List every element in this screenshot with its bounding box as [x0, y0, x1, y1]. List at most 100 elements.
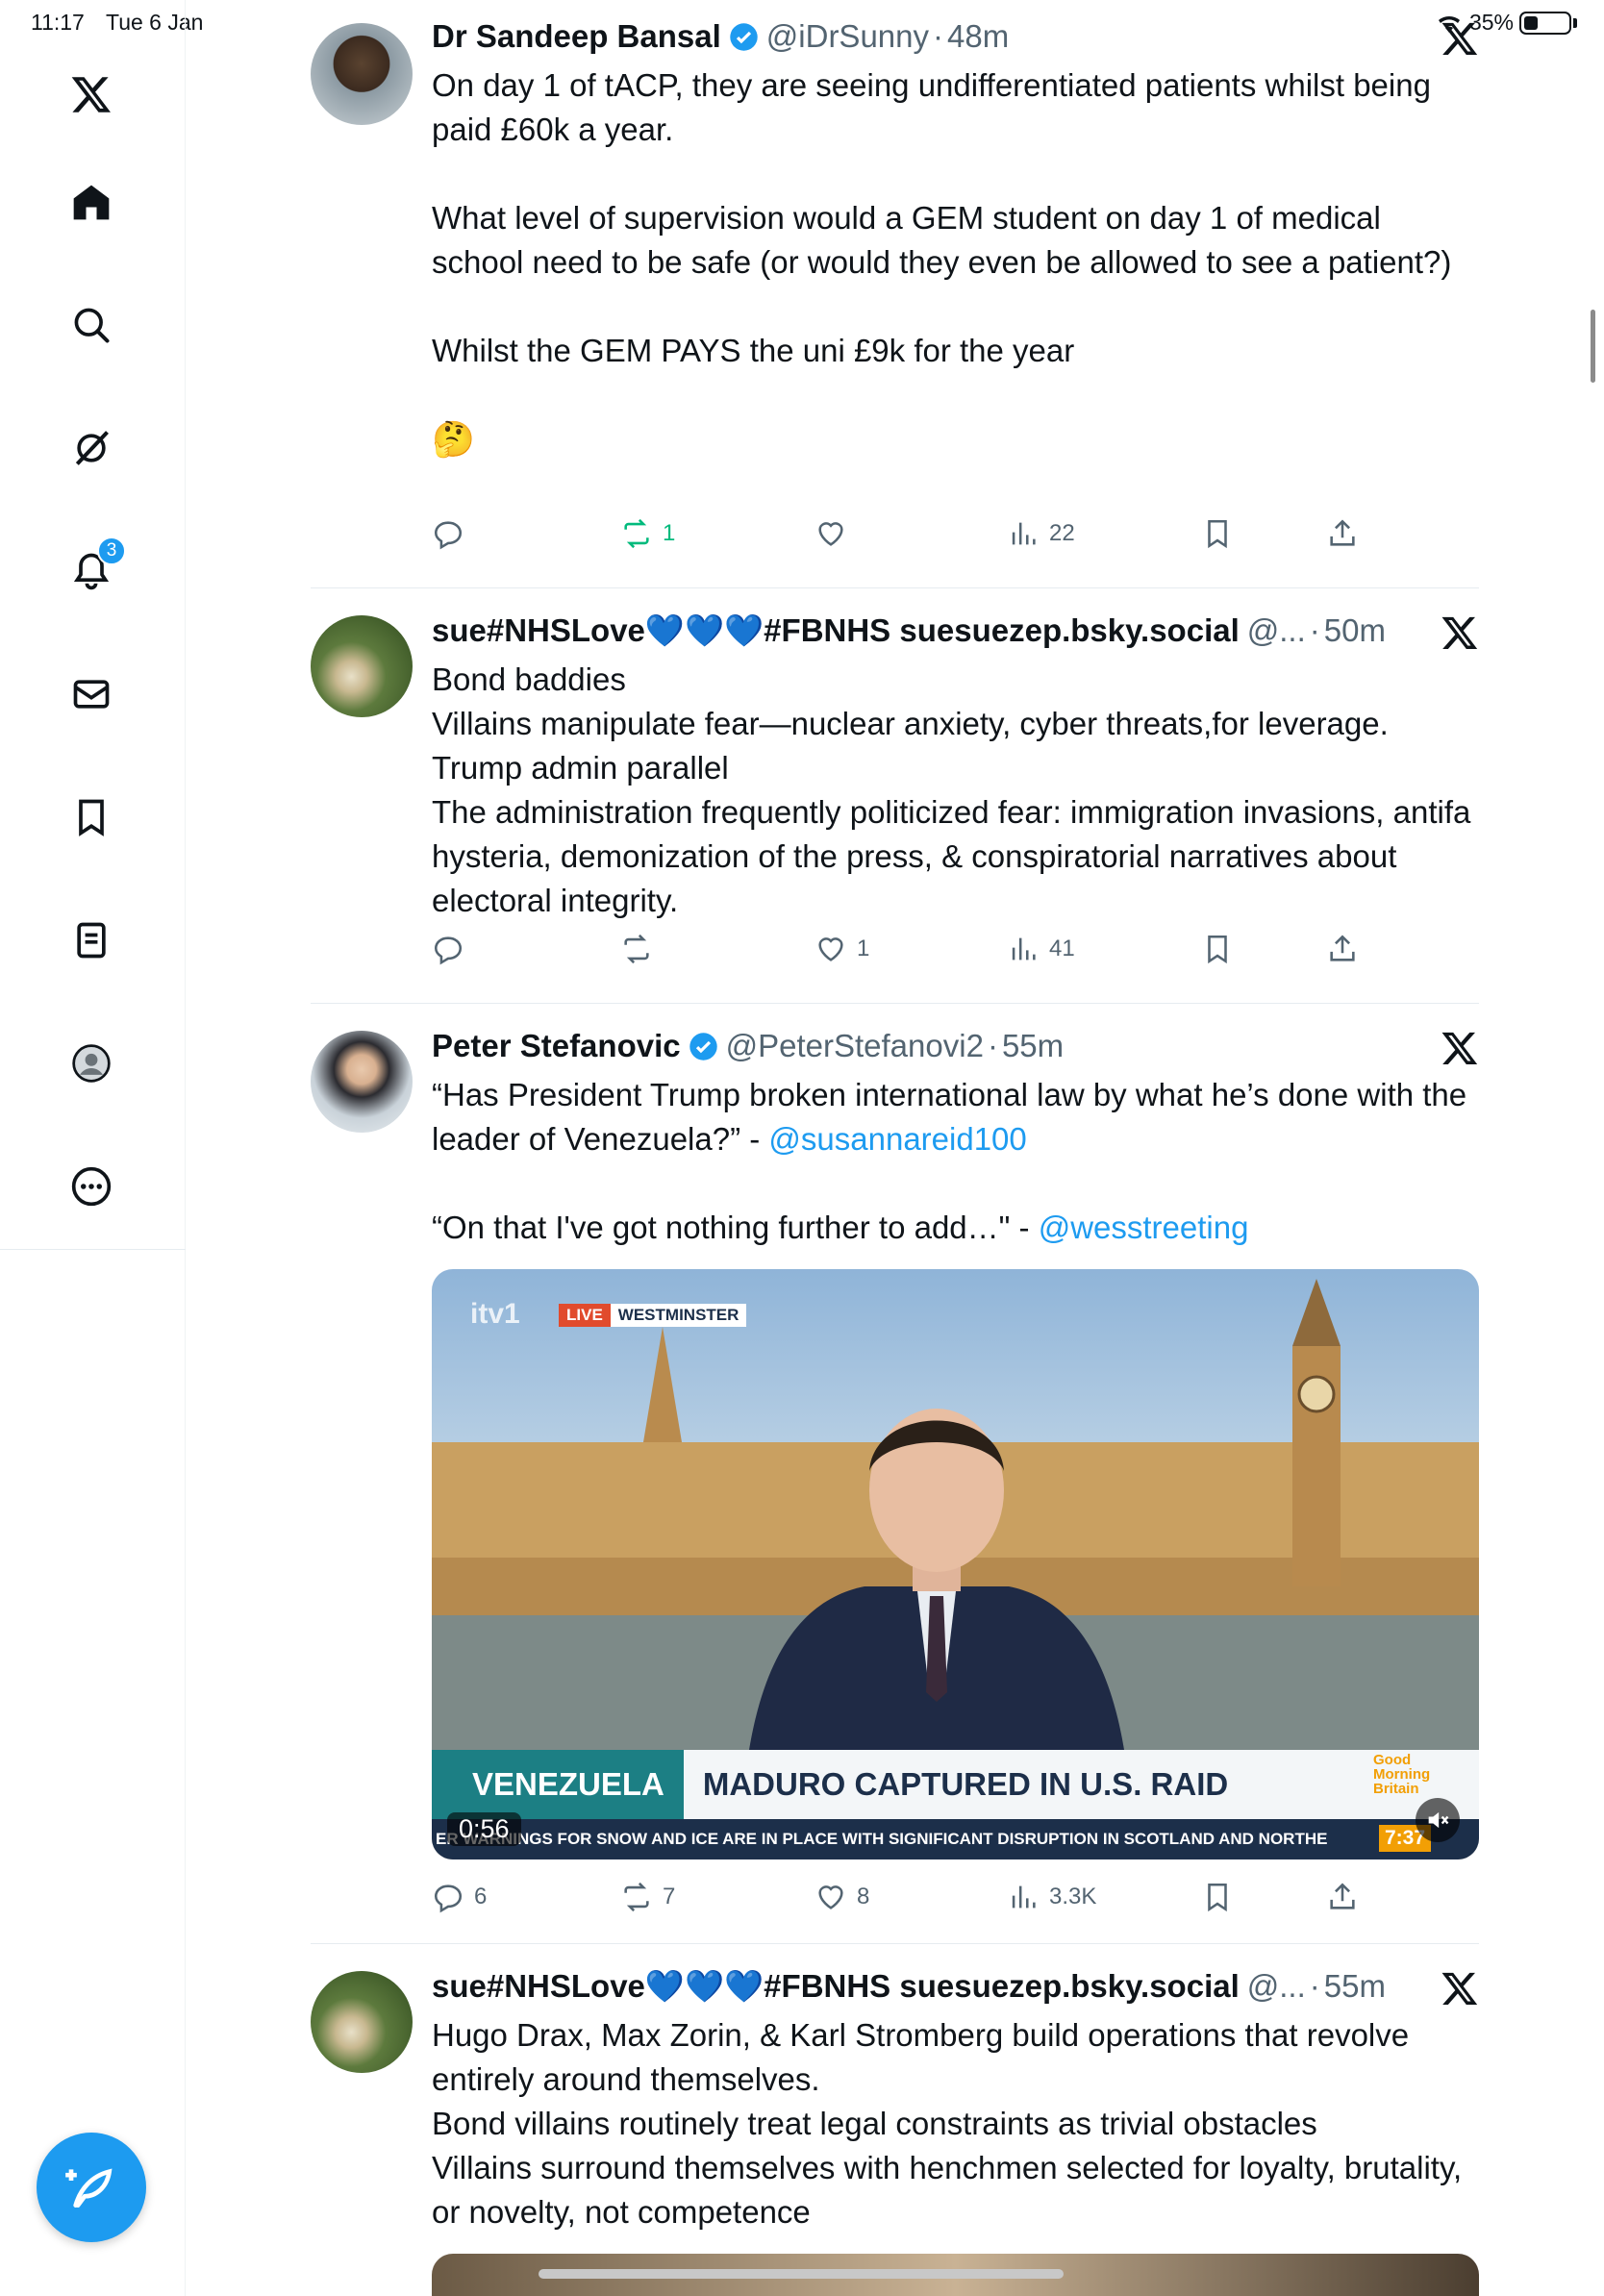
- tweet-time[interactable]: 50m: [1324, 612, 1386, 649]
- separator-dot: ·: [1309, 612, 1320, 648]
- like-button[interactable]: [815, 517, 857, 550]
- avatar[interactable]: [311, 23, 413, 125]
- view-count: 41: [1049, 936, 1075, 961]
- compose-button[interactable]: [37, 2133, 146, 2242]
- mention-link[interactable]: @wesstreeting: [1039, 1210, 1249, 1245]
- like-button[interactable]: 8: [815, 1881, 869, 1913]
- like-button[interactable]: 1: [815, 933, 869, 965]
- tweet-text: Hugo Drax, Max Zorin, & Karl Stromberg b…: [432, 2013, 1479, 2234]
- share-icon: [1330, 519, 1355, 546]
- heart-icon: [818, 522, 843, 546]
- location-label: WESTMINSTER: [610, 1304, 747, 1327]
- live-label: LIVE: [559, 1304, 611, 1327]
- bookmark-icon[interactable]: [64, 790, 118, 844]
- repost-count: 7: [663, 1884, 676, 1909]
- author-name[interactable]: Dr Sandeep Bansal: [432, 18, 721, 55]
- bookmark-icon: [1208, 935, 1227, 964]
- scrollbar[interactable]: [1591, 310, 1595, 383]
- views-icon: [1012, 937, 1036, 961]
- live-chip: LIVE WESTMINSTER: [559, 1304, 747, 1327]
- avatar[interactable]: [311, 615, 413, 717]
- tweet[interactable]: sue#NHSLove💙💙💙#FBNHS suesuezep.bsky.soci…: [311, 588, 1479, 1004]
- x-logo-icon: [1441, 1032, 1478, 1064]
- tweet[interactable]: Peter Stefanovic @PeterStefanovi2 · 55m …: [311, 1004, 1479, 1944]
- views-button[interactable]: 41: [1007, 933, 1075, 965]
- reply-button[interactable]: 6: [432, 1881, 487, 1913]
- bell-icon[interactable]: 3: [64, 537, 126, 598]
- x-logo-icon: [1441, 22, 1478, 55]
- view-count: 22: [1049, 520, 1075, 546]
- tweet[interactable]: sue#NHSLove💙💙💙#FBNHS suesuezep.bsky.soci…: [311, 1944, 1479, 2296]
- separator-dot: ·: [933, 18, 944, 54]
- author-name[interactable]: Peter Stefanovic: [432, 1028, 681, 1064]
- more-icon[interactable]: [64, 1160, 118, 1213]
- author-handle[interactable]: @...: [1247, 1968, 1306, 2005]
- mute-button[interactable]: [1416, 1798, 1460, 1842]
- profile-icon[interactable]: [64, 1036, 118, 1090]
- bookmark-button[interactable]: [1201, 1881, 1234, 1913]
- notification-badge: 3: [97, 537, 126, 565]
- tweet-text: “Has President Trump broken internationa…: [432, 1073, 1479, 1250]
- separator-dot: ·: [1309, 1968, 1320, 2004]
- views-button[interactable]: 22: [1007, 517, 1075, 550]
- tweet-time[interactable]: 55m: [1324, 1968, 1386, 2005]
- home-indicator[interactable]: [539, 2269, 1064, 2279]
- bookmark-button[interactable]: [1201, 517, 1234, 550]
- verified-icon: [689, 1032, 717, 1061]
- muted-speaker-icon: [1428, 1811, 1449, 1829]
- tweet-time[interactable]: 55m: [1002, 1028, 1064, 1064]
- views-button[interactable]: 3.3K: [1007, 1881, 1096, 1913]
- author-handle[interactable]: @iDrSunny: [766, 18, 929, 55]
- home-icon[interactable]: [64, 175, 118, 229]
- share-button[interactable]: [1326, 1881, 1359, 1913]
- tweet-actions: 6 7 8 3.3K: [432, 1881, 1374, 1927]
- like-count: 1: [857, 936, 870, 961]
- tweet[interactable]: Dr Sandeep Bansal @iDrSunny · 48m On day…: [311, 0, 1479, 588]
- views-icon: [1012, 522, 1036, 545]
- bookmark-icon: [1208, 519, 1227, 549]
- mention-link[interactable]: @susannareid100: [768, 1121, 1026, 1157]
- avatar[interactable]: [311, 1031, 413, 1133]
- news-ticker: ER WARNINGS FOR SNOW AND ICE ARE IN PLAC…: [432, 1819, 1479, 1859]
- repost-button[interactable]: [620, 933, 663, 965]
- sidebar: 3: [0, 0, 186, 2296]
- share-icon: [1330, 935, 1355, 961]
- author-name[interactable]: sue#NHSLove💙💙💙#FBNHS suesuezep.bsky.soci…: [432, 1968, 1240, 2006]
- grok-icon[interactable]: [64, 421, 118, 475]
- reply-button[interactable]: [432, 933, 474, 965]
- repost-button[interactable]: 7: [620, 1881, 675, 1913]
- sidebar-divider: [0, 1249, 186, 1250]
- reply-icon: [434, 521, 463, 550]
- thinking-emoji: 🤔: [432, 419, 475, 459]
- share-icon: [1330, 1883, 1355, 1909]
- parliament-scene: [432, 1279, 1479, 1750]
- video-player[interactable]: itv1 LIVE WESTMINSTER VENEZUELA MADURO C…: [432, 1269, 1479, 1859]
- tweet-actions: 1 22: [432, 517, 1374, 563]
- share-button[interactable]: [1326, 517, 1359, 550]
- share-button[interactable]: [1326, 933, 1359, 965]
- heart-icon: [818, 937, 843, 961]
- list-icon[interactable]: [64, 913, 118, 967]
- tweet-paragraph: “Has President Trump broken internationa…: [432, 1073, 1479, 1161]
- like-count: 8: [857, 1884, 870, 1909]
- tweet-header: sue#NHSLove💙💙💙#FBNHS suesuezep.bsky.soci…: [432, 1965, 1479, 2008]
- tweet-paragraph: “On that I've got nothing further to add…: [432, 1206, 1479, 1250]
- tweet-paragraph: Whilst the GEM PAYS the uni £9k for the …: [432, 333, 1075, 368]
- x-logo-icon[interactable]: [64, 67, 118, 121]
- search-icon[interactable]: [64, 298, 118, 352]
- show-logo: Good Morning Britain: [1373, 1752, 1431, 1797]
- reply-button[interactable]: [432, 517, 474, 550]
- tweet-paragraph: Hugo Drax, Max Zorin, & Karl Stromberg b…: [432, 2017, 1463, 2230]
- author-handle[interactable]: @PeterStefanovi2: [726, 1028, 984, 1064]
- tweet-header: Peter Stefanovic @PeterStefanovi2 · 55m: [432, 1025, 1479, 1067]
- tweet-paragraph: Bond baddies Villains manipulate fear—nu…: [432, 661, 1471, 918]
- repost-icon: [624, 518, 649, 549]
- avatar[interactable]: [311, 1971, 413, 2073]
- author-handle[interactable]: @...: [1247, 612, 1306, 649]
- reply-icon: [434, 1884, 463, 1913]
- repost-button[interactable]: 1: [620, 517, 675, 550]
- bookmark-button[interactable]: [1201, 933, 1234, 965]
- mail-icon[interactable]: [64, 667, 118, 721]
- tweet-time[interactable]: 48m: [947, 18, 1009, 55]
- author-name[interactable]: sue#NHSLove💙💙💙#FBNHS suesuezep.bsky.soci…: [432, 612, 1240, 650]
